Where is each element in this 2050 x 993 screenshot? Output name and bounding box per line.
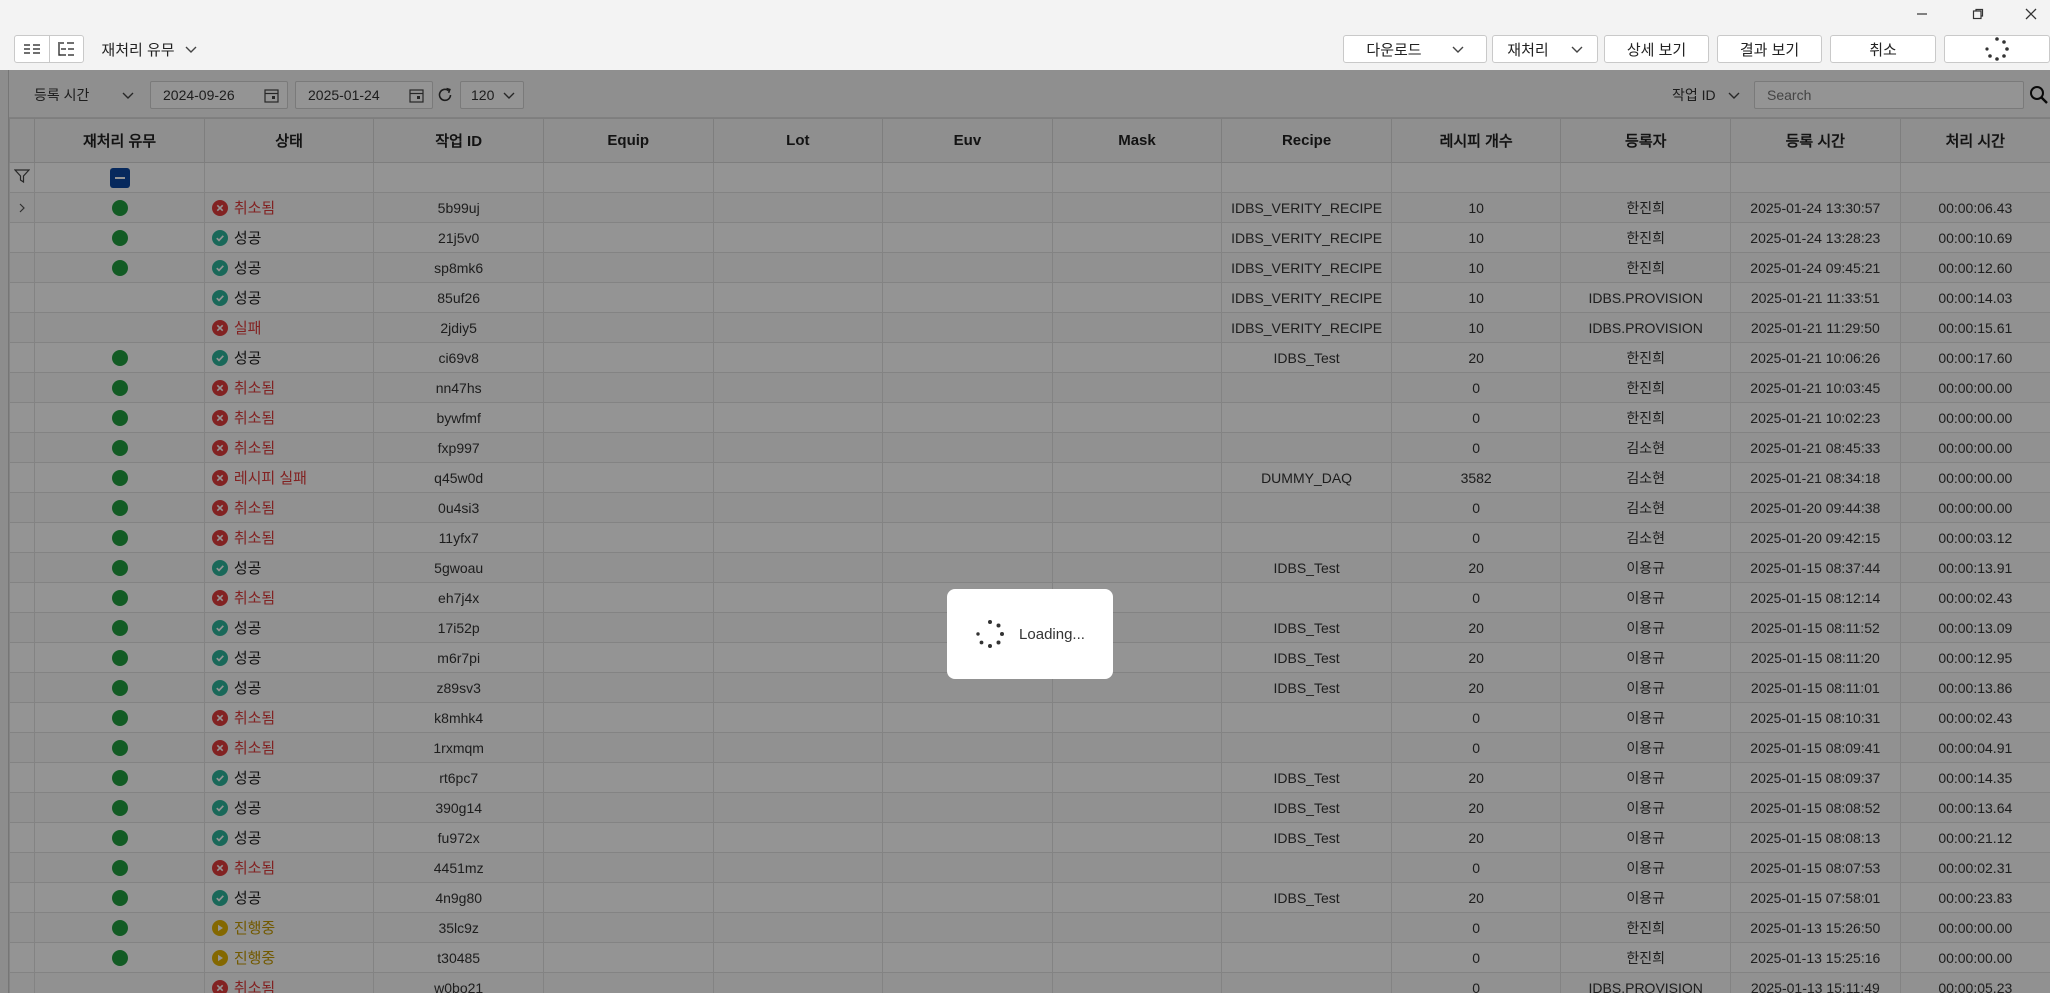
result-view-button[interactable]: 결과 보기 (1717, 35, 1822, 63)
download-label: 다운로드 (1366, 41, 1422, 59)
refresh-spinner-button[interactable] (1944, 35, 2050, 63)
detail-view-button[interactable]: 상세 보기 (1604, 35, 1709, 63)
loading-spinner-icon (976, 620, 1005, 648)
result-view-label: 결과 보기 (1739, 41, 1800, 59)
loading-text: Loading... (1019, 625, 1085, 643)
spinner-icon (1985, 37, 2009, 61)
minimize-icon (1917, 13, 1927, 15)
list-view-icon (23, 44, 40, 54)
close-icon (2025, 8, 2037, 20)
cancel-button[interactable]: 취소 (1830, 35, 1936, 63)
chevron-down-icon (1452, 41, 1464, 58)
minimize-button[interactable] (1899, 0, 1945, 28)
restore-icon (1972, 8, 1984, 20)
reprocess-label: 재처리 (1507, 41, 1549, 59)
detail-view-label: 상세 보기 (1626, 41, 1687, 59)
reprocess-filter-label: 재처리 유무 (101, 41, 175, 59)
view-grid-button[interactable] (15, 36, 49, 62)
download-button[interactable]: 다운로드 (1343, 35, 1487, 63)
loading-dialog: Loading... (947, 589, 1113, 679)
loading-overlay (0, 70, 2050, 993)
restore-button[interactable] (1955, 0, 2001, 28)
chevron-down-icon (1571, 41, 1583, 58)
chevron-down-icon (185, 41, 197, 58)
reprocess-filter-dropdown[interactable]: 재처리 유무 (90, 35, 208, 63)
toolbar: 재처리 유무 다운로드 재처리 상세 보기 결과 보기 취소 (0, 28, 2050, 70)
reprocess-button[interactable]: 재처리 (1492, 35, 1598, 63)
cancel-label: 취소 (1869, 41, 1897, 59)
view-tree-button[interactable] (48, 36, 84, 62)
tree-view-icon (58, 42, 75, 56)
view-mode-group (14, 35, 84, 63)
close-button[interactable] (2008, 0, 2050, 28)
title-bar (0, 0, 2050, 28)
